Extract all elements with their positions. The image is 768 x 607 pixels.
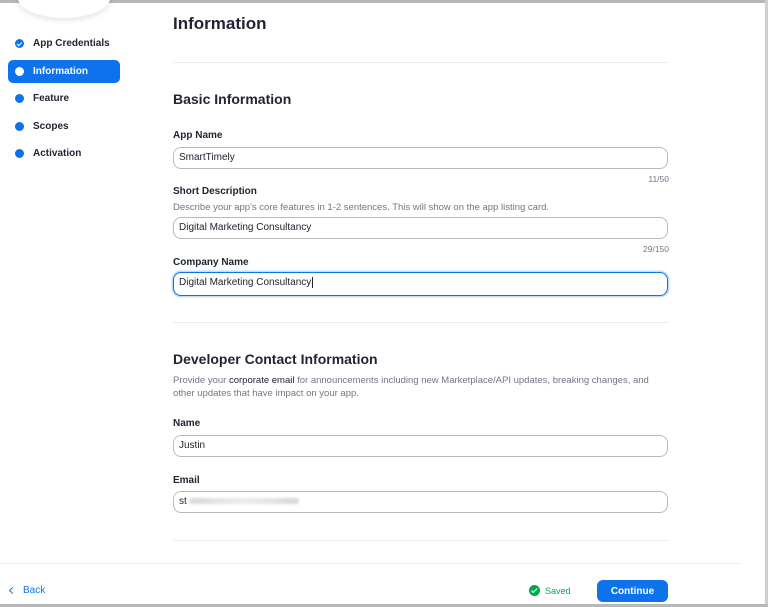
chevron-left-icon	[8, 586, 17, 595]
footer-divider	[0, 563, 740, 564]
company-name-value: Digital Marketing Consultancy	[179, 277, 312, 288]
contact-email-value: st	[179, 496, 187, 507]
continue-button[interactable]: Continue	[597, 580, 668, 602]
sidebar-item-label: Information	[33, 65, 88, 77]
sidebar-item-app-credentials[interactable]: App Credentials	[8, 32, 120, 55]
company-name-input[interactable]: Digital Marketing Consultancy	[173, 272, 668, 296]
step-dot-icon	[15, 149, 24, 158]
step-dot-icon	[15, 66, 24, 76]
redacted-email	[188, 498, 299, 505]
sidebar-item-label: Scopes	[33, 120, 69, 132]
short-description-label: Short Description	[173, 186, 257, 197]
app-name-label: App Name	[173, 130, 223, 141]
saved-label: Saved	[545, 585, 571, 596]
sidebar-item-feature[interactable]: Feature	[8, 87, 120, 110]
short-description-char-counter: 29/150	[643, 244, 669, 254]
window-top-edge	[0, 0, 768, 3]
developer-contact-heading: Developer Contact Information	[173, 351, 378, 367]
step-dot-icon	[15, 94, 24, 103]
contact-email-label: Email	[173, 475, 200, 486]
contact-email-input[interactable]: st	[173, 491, 668, 513]
section-divider	[173, 540, 669, 541]
sidebar-item-scopes[interactable]: Scopes	[8, 115, 120, 138]
check-circle-icon	[529, 585, 540, 596]
contact-name-input[interactable]: Justin	[173, 435, 668, 457]
step-sidebar: App Credentials Information Feature Scop…	[8, 32, 120, 170]
basic-information-heading: Basic Information	[173, 91, 292, 107]
section-divider	[173, 62, 669, 63]
short-description-input[interactable]: Digital Marketing Consultancy	[173, 217, 668, 239]
back-button[interactable]: Back	[8, 585, 46, 596]
contact-name-label: Name	[173, 418, 201, 429]
step-dot-icon	[15, 121, 24, 131]
sidebar-item-label: Activation	[33, 148, 82, 159]
corporate-email-emphasis: corporate email	[228, 375, 295, 386]
app-name-input[interactable]: SmartTimely	[173, 147, 668, 169]
short-description-value: Digital Marketing Consultancy	[179, 222, 312, 233]
section-divider	[173, 322, 669, 323]
app-name-value: SmartTimely	[179, 152, 235, 163]
contact-name-value: Justin	[179, 440, 206, 451]
sidebar-item-label: App Credentials	[33, 38, 110, 49]
saved-status: Saved	[529, 585, 571, 596]
app-name-char-counter: 11/50	[648, 174, 669, 184]
top-rounded-tab	[18, 0, 110, 18]
sidebar-item-activation[interactable]: Activation	[8, 142, 120, 165]
sidebar-item-information[interactable]: Information	[8, 59, 120, 83]
back-label: Back	[23, 585, 46, 596]
page-title: Information	[173, 14, 267, 33]
short-description-hint: Describe your app's core features in 1-2…	[173, 202, 550, 213]
text-caret	[312, 276, 314, 288]
company-name-label: Company Name	[173, 257, 249, 268]
check-circle-icon	[15, 39, 24, 48]
sidebar-item-label: Feature	[33, 93, 70, 104]
developer-contact-hint: Provide your corporate email for announc…	[173, 375, 649, 399]
